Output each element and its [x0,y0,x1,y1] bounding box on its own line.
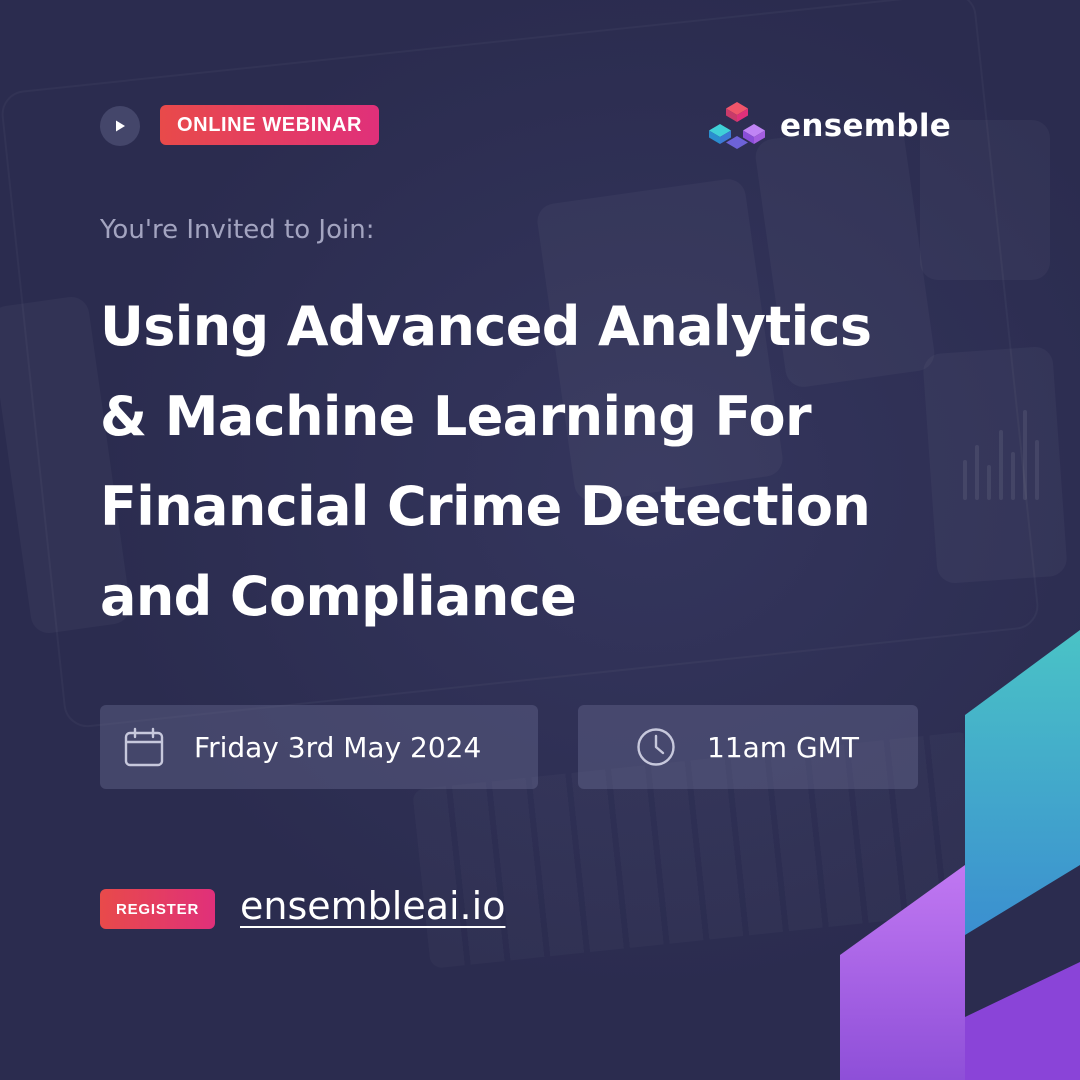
calendar-icon [124,727,164,767]
decorative-shapes [840,630,1080,1080]
webinar-title-line: Financial Crime Detection [100,475,871,538]
event-date-pill: Friday 3rd May 2024 [100,705,538,789]
webinar-title-line: and Compliance [100,565,577,628]
dark-purple-shape [965,962,1080,1080]
event-date: Friday 3rd May 2024 [194,730,482,764]
event-time: 11am GMT [707,730,859,764]
register-badge[interactable]: REGISTER [100,889,216,929]
invitation-subtitle: You're Invited to Join: [100,215,375,245]
brand-logo[interactable]: ensemble [708,100,951,152]
play-icon [116,120,125,132]
webinar-title-line: & Machine Learning For [100,385,812,448]
online-webinar-badge: ONLINE WEBINAR [160,105,380,145]
webinar-title: Using Advanced Analytics & Machine Learn… [100,282,980,642]
website-link[interactable]: ensembleai.io [240,884,505,928]
teal-shape [965,630,1080,935]
brand-name: ensemble [780,108,952,144]
purple-shape [840,865,965,1080]
play-button[interactable] [100,106,140,146]
webinar-title-line: Using Advanced Analytics [100,295,872,358]
ensemble-logo-icon [709,102,765,149]
clock-icon [637,728,675,766]
